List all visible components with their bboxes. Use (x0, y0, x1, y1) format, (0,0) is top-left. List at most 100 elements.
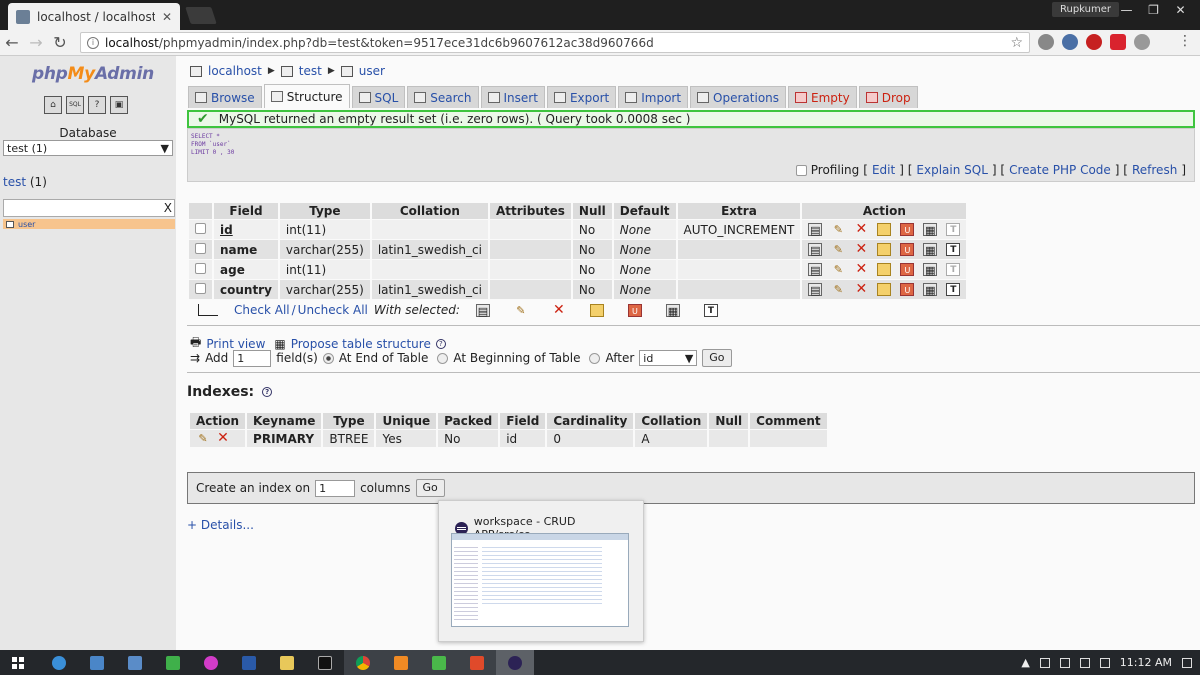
tab-operations[interactable]: Operations (690, 86, 787, 108)
cmd-taskbar-icon[interactable] (306, 650, 344, 675)
powershell-taskbar-icon[interactable] (230, 650, 268, 675)
primary-key-icon[interactable] (877, 223, 892, 236)
edit-sql-link[interactable]: Edit (872, 163, 895, 177)
tab-insert[interactable]: Insert (480, 86, 545, 108)
edit-pencil-icon[interactable]: ✎ (831, 243, 845, 256)
drop-x-icon[interactable]: ✕ (552, 303, 566, 317)
add-field-go-button[interactable]: Go (702, 349, 732, 367)
fulltext-icon[interactable]: T (946, 223, 961, 236)
edit-pencil-icon[interactable]: ✎ (831, 283, 845, 296)
eclipse-taskbar-icon[interactable] (496, 650, 534, 675)
explain-sql-link[interactable]: Explain SQL (916, 163, 988, 177)
index-icon[interactable]: ▦ (665, 303, 680, 318)
sidebar-item-user[interactable]: user (3, 219, 175, 229)
check-all-link[interactable]: Check All (234, 303, 290, 317)
sublime-taskbar-icon[interactable] (382, 650, 420, 675)
close-window-icon[interactable]: ✕ (1167, 0, 1194, 20)
tab-search[interactable]: Search (407, 86, 479, 108)
sql-query-text[interactable]: SELECT * FROM `user` LIMIT 0 , 30 (191, 133, 234, 157)
tab-structure[interactable]: Structure (263, 84, 350, 108)
browse-distinct-icon[interactable]: ▤ (808, 283, 823, 297)
forward-arrow-icon[interactable]: → (24, 33, 48, 52)
notifications-icon[interactable] (1182, 657, 1192, 668)
after-radio[interactable] (589, 352, 601, 364)
drop-x-icon[interactable]: ✕ (854, 222, 868, 236)
windows-start-icon[interactable] (12, 656, 24, 669)
unique-icon[interactable]: U (900, 223, 915, 236)
primary-key-icon[interactable] (589, 303, 604, 317)
fulltext-icon[interactable]: T (703, 303, 718, 317)
clock-extension-icon[interactable] (1134, 34, 1150, 50)
row-checkbox[interactable] (195, 222, 206, 234)
index-columns-input[interactable]: 1 (315, 479, 356, 497)
cloud-extension-icon[interactable] (1038, 34, 1054, 50)
query-window-icon[interactable]: SQL (66, 96, 84, 114)
display-taskbar-icon[interactable] (116, 650, 154, 675)
primary-key-icon[interactable] (877, 263, 892, 276)
chrome-taskbar-icon[interactable] (344, 650, 382, 675)
preview-thumbnail[interactable] (451, 533, 629, 627)
unique-icon[interactable]: U (900, 283, 915, 296)
database-link[interactable]: test (1) (3, 175, 47, 189)
row-checkbox[interactable] (195, 242, 206, 254)
indexes-help-icon[interactable]: ? (262, 387, 273, 397)
restore-icon[interactable]: ❐ (1140, 0, 1167, 20)
breadcrumb-database[interactable]: test (299, 64, 322, 78)
clock-time[interactable]: 11:12 AM (1120, 656, 1172, 669)
browse-distinct-icon[interactable]: ▤ (808, 223, 823, 237)
edit-pencil-icon[interactable]: ✎ (831, 263, 845, 276)
bookmark-star-icon[interactable]: ☆ (1010, 35, 1023, 51)
tab-browse[interactable]: Browse (188, 86, 262, 108)
refresh-link[interactable]: Refresh (1132, 163, 1177, 177)
vim-taskbar-icon[interactable] (154, 650, 192, 675)
tab-import[interactable]: Import (618, 86, 689, 108)
store-taskbar-icon[interactable] (78, 650, 116, 675)
flag-icon[interactable] (1039, 657, 1050, 668)
create-php-code-link[interactable]: Create PHP Code (1009, 163, 1111, 177)
new-tab-button[interactable] (185, 7, 217, 24)
index-icon[interactable]: ▦ (923, 243, 938, 257)
fulltext-icon[interactable]: T (946, 263, 961, 276)
reload-icon[interactable]: ↻ (48, 33, 72, 52)
video-extension-icon[interactable] (1110, 34, 1126, 50)
wifi-icon[interactable] (1079, 657, 1090, 668)
drop-x-icon[interactable]: ✕ (854, 242, 868, 256)
taskbar-thumbnail-preview[interactable]: workspace - CRUD APP/src/co... (438, 500, 644, 642)
add-fields-count-input[interactable]: 1 (233, 349, 272, 367)
home-icon[interactable]: ⌂ (44, 96, 62, 114)
index-icon[interactable]: ▦ (923, 263, 938, 277)
details-link[interactable]: + Details... (187, 518, 254, 532)
tray-up-arrow-icon[interactable]: ▲ (1021, 656, 1029, 669)
tab-export[interactable]: Export (546, 86, 617, 108)
profiling-checkbox[interactable] (795, 164, 807, 176)
database-select[interactable]: test (1) ▼ (3, 140, 173, 156)
browse-distinct-icon[interactable]: ▤ (808, 263, 823, 277)
primary-key-icon[interactable] (877, 283, 892, 296)
camtasia-red-taskbar-icon[interactable] (458, 650, 496, 675)
battery-icon[interactable] (1059, 657, 1070, 668)
tab-empty[interactable]: Empty (788, 86, 857, 108)
create-index-go-button[interactable]: Go (415, 479, 445, 497)
unique-icon[interactable]: U (627, 303, 642, 317)
tab-close-icon[interactable]: ✕ (162, 10, 172, 24)
tab-sql[interactable]: SQL (351, 86, 406, 108)
browser-user-badge[interactable]: Rupkumer (1052, 2, 1120, 17)
explorer-taskbar-icon[interactable] (268, 650, 306, 675)
browse-icon[interactable]: ▤ (475, 303, 490, 318)
after-column-select[interactable]: id ▼ (639, 350, 698, 366)
edit-pencil-icon[interactable]: ✎ (196, 432, 210, 445)
phpmyadmin-logo[interactable]: phpMyAdmin (32, 64, 154, 84)
tab-drop[interactable]: Drop (858, 86, 918, 108)
camtasia-green-taskbar-icon[interactable] (420, 650, 458, 675)
adblock-extension-icon[interactable] (1086, 34, 1102, 50)
uncheck-all-link[interactable]: Uncheck All (298, 303, 368, 317)
at-end-radio[interactable] (322, 352, 334, 364)
unique-icon[interactable]: U (900, 263, 915, 276)
back-arrow-icon[interactable]: ← (0, 33, 24, 52)
at-beginning-radio[interactable] (437, 352, 449, 364)
documentation-icon[interactable]: ? (88, 96, 106, 114)
volume-icon[interactable] (1099, 657, 1110, 668)
drop-x-icon[interactable]: ✕ (854, 282, 868, 296)
index-icon[interactable]: ▦ (923, 223, 938, 237)
fulltext-icon[interactable]: T (946, 283, 961, 296)
